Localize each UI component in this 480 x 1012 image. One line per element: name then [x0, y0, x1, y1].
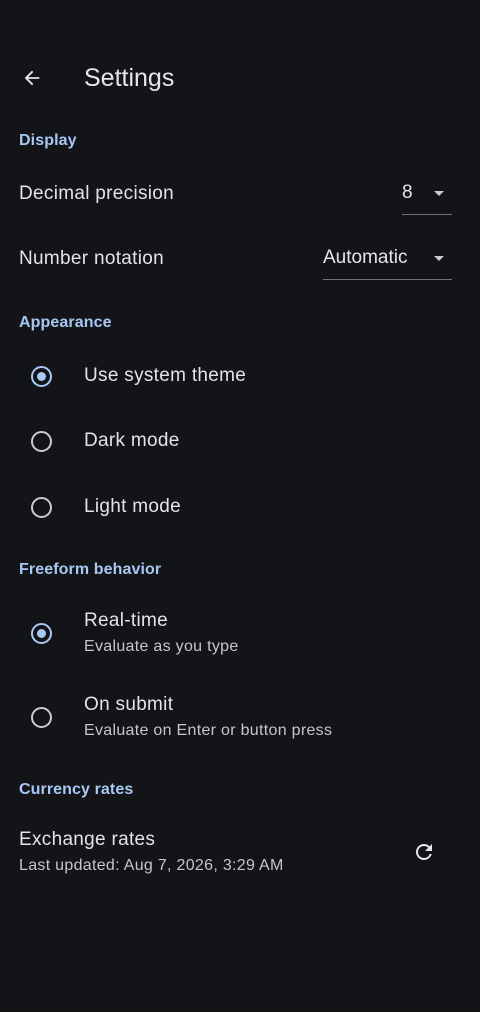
radio-option-dark-mode[interactable]: Dark mode	[0, 417, 480, 465]
radio-description: Evaluate on Enter or button press	[84, 722, 333, 739]
radio-button[interactable]	[31, 707, 52, 728]
radio-option-light-mode[interactable]: Light mode	[0, 483, 480, 531]
back-button[interactable]	[12, 58, 52, 98]
chevron-down-icon	[434, 256, 444, 261]
top-app-bar: Settings	[0, 40, 480, 116]
radio-option-real-time[interactable]: Real-time Evaluate as you type	[0, 600, 480, 666]
refresh-icon	[416, 844, 432, 860]
settings-screen: Settings Display Decimal precision 8 Num…	[0, 0, 480, 1012]
chevron-down-icon	[434, 191, 444, 196]
section-header-display: Display	[19, 132, 77, 149]
page-title: Settings	[84, 64, 175, 92]
section-header-appearance: Appearance	[19, 314, 112, 331]
section-header-freeform: Freeform behavior	[19, 561, 162, 578]
radio-label: Use system theme	[84, 365, 247, 386]
exchange-rates-label: Exchange rates	[19, 829, 156, 850]
decimal-precision-label: Decimal precision	[19, 183, 175, 204]
radio-button[interactable]	[31, 431, 52, 452]
radio-label: Real-time	[84, 610, 168, 631]
radio-label: On submit	[84, 694, 174, 715]
radio-label: Light mode	[84, 496, 182, 517]
decimal-precision-dropdown[interactable]: 8	[402, 174, 452, 215]
section-header-currency: Currency rates	[19, 781, 134, 798]
number-notation-label: Number notation	[19, 248, 164, 269]
last-updated-text: Last updated: Aug 7, 2026, 3:29 AM	[19, 857, 284, 874]
number-notation-dropdown[interactable]: Automatic	[323, 239, 452, 280]
radio-option-system-theme[interactable]: Use system theme	[0, 352, 480, 400]
radio-button-checked[interactable]	[31, 623, 52, 644]
number-notation-value: Automatic	[323, 247, 408, 268]
decimal-precision-value: 8	[402, 182, 413, 203]
radio-option-on-submit[interactable]: On submit Evaluate on Enter or button pr…	[0, 684, 480, 750]
arrow-back-icon	[24, 70, 40, 86]
radio-dot	[37, 629, 46, 638]
radio-dot	[37, 372, 46, 381]
radio-label: Dark mode	[84, 430, 180, 451]
refresh-button[interactable]	[404, 832, 444, 872]
radio-button[interactable]	[31, 497, 52, 518]
radio-description: Evaluate as you type	[84, 638, 239, 655]
radio-button-checked[interactable]	[31, 366, 52, 387]
